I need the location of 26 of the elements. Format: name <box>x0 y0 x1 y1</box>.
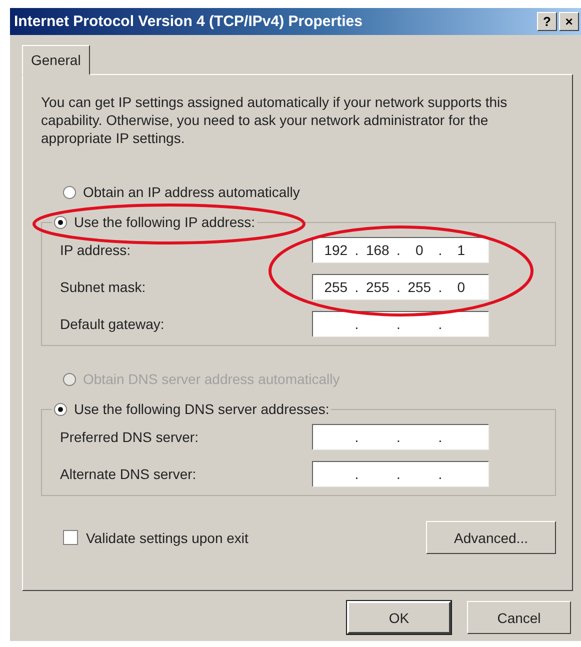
help-button[interactable]: ? <box>537 12 557 31</box>
field-label: Default gateway: <box>60 316 166 332</box>
ip-field[interactable]: . . . <box>312 424 489 450</box>
radio-label: Use the following IP address: <box>74 214 256 230</box>
ip-field[interactable]: . . . <box>312 311 489 337</box>
close-button[interactable]: × <box>559 12 579 31</box>
radio-label: Obtain an IP address automatically <box>83 184 300 200</box>
radio-button[interactable] <box>54 216 67 228</box>
radio-label: Use the following DNS server addresses: <box>74 401 330 417</box>
ip-field[interactable]: . . . <box>312 461 489 487</box>
dialog-button[interactable]: Cancel <box>467 601 571 634</box>
tab[interactable]: General <box>22 45 90 75</box>
field-label: Alternate DNS server: <box>60 466 198 482</box>
checkbox[interactable] <box>63 530 78 545</box>
dialog-button[interactable]: OK <box>347 601 451 634</box>
field-label: Preferred DNS server: <box>60 429 200 445</box>
field-label: Subnet mask: <box>60 279 147 295</box>
advanced-button[interactable]: Advanced... <box>426 521 556 554</box>
ip-field[interactable]: 192 . 168 . 0 . 1 <box>312 237 489 263</box>
ip-field[interactable]: 255 . 255 . 255 . 0 <box>312 274 489 300</box>
field-label: IP address: <box>60 242 132 258</box>
description-text: You can get IP settings assigned automatically if your network supports this capability. Otherwise, you need to ask your network administrator for the appropriate IP settings. <box>41 93 508 147</box>
window-title: Internet Protocol Version 4 (TCP/IPv4) Properties <box>14 13 362 30</box>
radio-button[interactable] <box>63 186 76 198</box>
radio-button[interactable] <box>54 402 67 416</box>
checkbox-label: Validate settings upon exit <box>86 530 248 546</box>
